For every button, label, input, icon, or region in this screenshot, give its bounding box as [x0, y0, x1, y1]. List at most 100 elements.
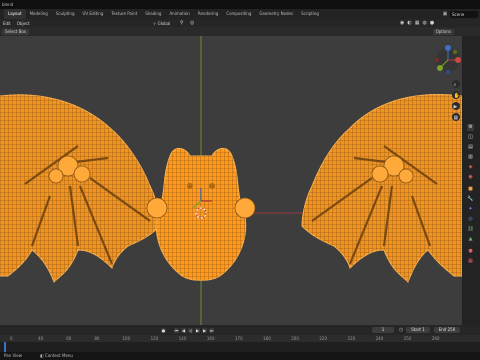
svg-text:✋: ✋ [454, 92, 460, 99]
status-bar: Pan View ◧ Context Menu [0, 352, 480, 360]
ruler-tick-label: 250 [403, 336, 412, 341]
wireframe-shading-icon[interactable]: ◍ [422, 20, 426, 26]
prev-keyframe-icon[interactable]: ◀ [181, 327, 186, 333]
status-center-label: Context Menu [45, 353, 73, 358]
ruler-tick-label: 260 [431, 336, 440, 341]
constraints-icon[interactable]: ⛓ [467, 226, 474, 233]
object-properties-icon[interactable]: ■ [467, 186, 474, 193]
orientation-icon: ⊹ [153, 20, 157, 26]
view-layer-icon[interactable]: ▥ [467, 154, 474, 161]
visibility-icon[interactable]: ◉ [400, 20, 404, 26]
workspace-tab-list: Layout Modeling Sculpting UV Editing Texture… [0, 9, 323, 19]
particles-icon[interactable]: ✦ [467, 206, 474, 213]
workspace-tabs: Layout Modeling Sculpting UV Editing Texture… [0, 9, 480, 19]
workspace-tab-compositing[interactable]: Compositing [222, 9, 255, 19]
ruler-tick-label: 40 [38, 336, 44, 341]
workspace-tab-layout[interactable]: Layout [4, 9, 26, 19]
ruler-tick-label: 170 [235, 336, 243, 341]
next-keyframe-icon[interactable]: ▶ [202, 327, 207, 333]
status-center: ◧ Context Menu [40, 352, 73, 360]
ruler-tick-label: 180 [263, 336, 271, 341]
timeline-ruler[interactable]: 0 40 60 80 100 120 140 160 170 180 200 220 230 240 250… [0, 335, 480, 342]
start-frame-field[interactable]: Start 1 [406, 327, 430, 333]
workspace-tab-rendering[interactable]: Rendering [194, 9, 222, 19]
modifier-properties-icon[interactable]: 🔧 [467, 196, 474, 203]
status-left: Pan View [4, 353, 22, 358]
data-properties-icon[interactable]: ▲ [467, 236, 474, 243]
workspace-tab-uv-editing[interactable]: UV Editing [79, 9, 108, 19]
options-dropdown[interactable]: Options [432, 28, 454, 35]
workspace-tab-modeling[interactable]: Modeling [26, 9, 52, 19]
output-properties-icon[interactable]: ▤ [467, 144, 474, 151]
scene-properties-icon[interactable]: ◈ [467, 164, 474, 171]
ruler-tick-label: 120 [150, 336, 159, 341]
edit-menu[interactable]: Edit [0, 21, 14, 26]
snap-icon[interactable]: ⚲ [180, 20, 184, 26]
ruler-tick-label: 140 [178, 336, 187, 341]
ruler-tick-label: 230 [347, 336, 356, 341]
perspective-toggle-icon[interactable]: ▦ [452, 113, 460, 121]
play-icon[interactable]: ▶ [195, 327, 200, 333]
workspace-tab-scripting[interactable]: Scripting [297, 9, 323, 19]
workspace-tab-shading[interactable]: Shading [141, 9, 165, 19]
scene-name-field[interactable]: Scene [450, 10, 478, 18]
ruler-tick-label: 100 [122, 336, 131, 341]
texture-properties-icon[interactable]: ▦ [467, 258, 474, 265]
camera-view-icon[interactable]: ▶ [452, 102, 460, 110]
solid-shading-icon[interactable]: ● [430, 20, 434, 26]
clock-icon[interactable]: ◷ [398, 327, 404, 333]
xray-icon[interactable]: ▦ [415, 20, 420, 26]
scene-selector: ▣ Scene [442, 9, 478, 19]
select-box-dropdown[interactable]: Select Box [2, 28, 30, 35]
shading-controls: ◉ ◐ ▦ ◍ ● [400, 20, 434, 26]
workspace-tab-geometry-nodes[interactable]: Geometry Nodes [255, 9, 297, 19]
end-value: 250 [447, 327, 456, 332]
title-bar: blend [0, 0, 480, 9]
svg-text:⌕: ⌕ [454, 82, 457, 88]
tool-properties-icon[interactable]: ⚙ [467, 124, 474, 131]
play-reverse-icon[interactable]: ◁ [188, 327, 193, 333]
mouse-icon: ◧ [39, 353, 44, 358]
record-icon[interactable]: ● [161, 327, 166, 333]
world-properties-icon[interactable]: ◉ [467, 174, 474, 181]
overlay-icon[interactable]: ◐ [407, 20, 411, 26]
navigation-gizmo[interactable] [435, 45, 461, 74]
jump-end-icon[interactable]: ⏭ [209, 327, 214, 333]
ruler-tick-label: 60 [66, 336, 72, 341]
workspace-tab-texture-paint[interactable]: Texture Paint [107, 9, 141, 19]
3d-viewport[interactable]: ⌕ ✋ ▶ ▦ [0, 36, 462, 325]
physics-icon[interactable]: ◎ [467, 216, 474, 223]
scene-icon[interactable]: ▣ [442, 11, 448, 17]
timeline-header: ● ⏮ ◀ ◁ ▶ ▶ ⏭ 1 ◷ Start 1 End 250 [0, 325, 480, 335]
ruler-tick-label: 0 [10, 336, 13, 341]
proportional-edit-icon[interactable]: ◎ [190, 20, 194, 26]
viewport-header: Edit Object ⊹ Global ⚲ ◎ ◉ ◐ ▦ ◍ ● [0, 19, 480, 27]
svg-text:▦: ▦ [454, 115, 459, 121]
ruler-tick-label: 160 [206, 336, 215, 341]
timeline-body[interactable] [0, 342, 480, 352]
object-menu[interactable]: Object [14, 21, 33, 26]
playback-controls: ● ⏮ ◀ ◁ ▶ ▶ ⏭ [160, 327, 215, 333]
toolbar-collapsed[interactable] [0, 42, 6, 122]
end-label: End [438, 327, 447, 332]
ruler-tick-label: 80 [94, 336, 100, 341]
svg-text:▶: ▶ [454, 104, 458, 110]
workspace-tab-sculpting[interactable]: Sculpting [52, 9, 79, 19]
properties-tab-strip: ⚙ ◫ ▤ ▥ ◈ ◉ ■ 🔧 ✦ ◎ ⛓ ▲ ● ▦ [462, 36, 480, 325]
orientation-label: Global [157, 20, 171, 26]
transform-orientation[interactable]: ⊹ Global [150, 21, 173, 26]
workspace-tab-animation[interactable]: Animation [165, 9, 193, 19]
start-label: Start [411, 327, 421, 332]
tool-header: Select Box Options [0, 27, 480, 36]
zoom-icon[interactable]: ⌕ [452, 80, 460, 88]
render-properties-icon[interactable]: ◫ [467, 134, 474, 141]
material-properties-icon[interactable]: ● [467, 248, 474, 255]
current-frame-field[interactable]: 1 [372, 327, 394, 333]
jump-start-icon[interactable]: ⏮ [174, 327, 179, 333]
pan-hand-icon[interactable]: ✋ [452, 91, 460, 99]
ruler-tick-label: 220 [319, 336, 328, 341]
ruler-tick-label: 240 [375, 336, 384, 341]
viewport-canvas[interactable]: ⌕ ✋ ▶ ▦ [0, 36, 462, 325]
end-frame-field[interactable]: End 250 [434, 327, 460, 333]
playhead[interactable] [4, 342, 6, 352]
